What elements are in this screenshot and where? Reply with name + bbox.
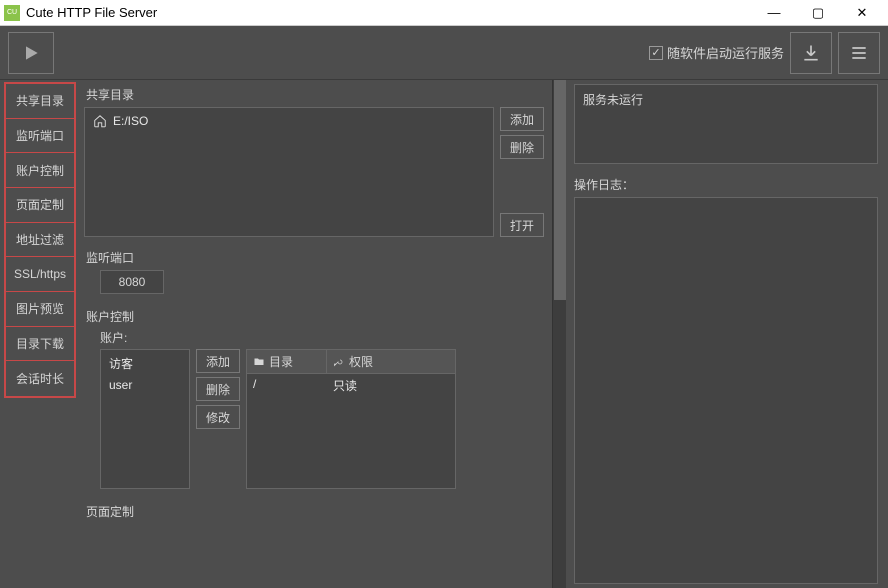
permission-table[interactable]: 目录 权限 / 只读	[246, 349, 456, 489]
key-icon	[333, 356, 345, 368]
scrollbar-thumb[interactable]	[554, 80, 566, 300]
toolbar: ✓ 随软件启动运行服务	[0, 26, 888, 80]
autostart-checkbox[interactable]: ✓ 随软件启动运行服务	[649, 43, 784, 62]
log-label: 操作日志：	[574, 176, 878, 193]
menu-button[interactable]	[838, 32, 880, 74]
vertical-scrollbar[interactable]	[552, 80, 566, 588]
account-listbox[interactable]: 访客 user	[100, 349, 190, 489]
service-status-text: 服务未运行	[583, 93, 643, 107]
share-dir-path: E:/ISO	[113, 114, 148, 128]
play-icon	[21, 43, 41, 63]
download-icon	[801, 43, 821, 63]
account-item[interactable]: 访客	[103, 352, 187, 375]
log-box[interactable]	[574, 197, 878, 584]
download-button[interactable]	[790, 32, 832, 74]
port-section-label: 监听端口	[86, 249, 544, 266]
start-service-button[interactable]	[8, 32, 54, 74]
close-button[interactable]: ✕	[840, 0, 884, 26]
share-dir-open-button[interactable]: 打开	[500, 213, 544, 237]
permission-row[interactable]: / 只读	[247, 374, 455, 397]
titlebar: CU Cute HTTP File Server — ▢ ✕	[0, 0, 888, 26]
perm-cell-perm: 只读	[327, 374, 455, 397]
folder-icon	[253, 356, 265, 368]
perm-header-perm: 权限	[327, 350, 455, 373]
sidebar: 共享目录 监听端口 账户控制 页面定制 地址过滤 SSL/https 图片预览 …	[4, 82, 76, 398]
share-dir-add-button[interactable]: 添加	[500, 107, 544, 131]
perm-header-dir: 目录	[247, 350, 327, 373]
share-dir-remove-button[interactable]: 删除	[500, 135, 544, 159]
port-input[interactable]	[100, 270, 164, 294]
sidebar-item-dir-download[interactable]: 目录下载	[6, 327, 74, 362]
account-add-button[interactable]: 添加	[196, 349, 240, 373]
right-panel: 服务未运行 操作日志：	[566, 80, 886, 588]
hamburger-icon	[849, 43, 869, 63]
account-list-label: 账户:	[100, 329, 544, 346]
sidebar-item-address-filter[interactable]: 地址过滤	[6, 223, 74, 258]
page-custom-section-label: 页面定制	[86, 503, 544, 520]
sidebar-item-share-dir[interactable]: 共享目录	[6, 84, 74, 119]
sidebar-item-session-duration[interactable]: 会话时长	[6, 361, 74, 396]
share-dir-listbox[interactable]: E:/ISO	[84, 107, 494, 237]
autostart-label: 随软件启动运行服务	[667, 43, 784, 62]
app-icon: CU	[4, 5, 20, 21]
settings-panel: 共享目录 E:/ISO 添加 删除 打开 监听端口	[76, 80, 552, 588]
sidebar-item-image-preview[interactable]: 图片预览	[6, 292, 74, 327]
sidebar-item-page-custom[interactable]: 页面定制	[6, 188, 74, 223]
share-dir-section-label: 共享目录	[86, 86, 544, 103]
share-dir-item[interactable]: E:/ISO	[89, 112, 489, 130]
account-modify-button[interactable]: 修改	[196, 405, 240, 429]
sidebar-item-account-control[interactable]: 账户控制	[6, 153, 74, 188]
account-section-label: 账户控制	[86, 308, 544, 325]
check-icon: ✓	[649, 46, 663, 60]
maximize-button[interactable]: ▢	[796, 0, 840, 26]
window-title: Cute HTTP File Server	[26, 5, 752, 20]
sidebar-item-listen-port[interactable]: 监听端口	[6, 119, 74, 154]
account-item[interactable]: user	[103, 375, 187, 395]
perm-cell-dir: /	[247, 374, 327, 397]
minimize-button[interactable]: —	[752, 0, 796, 26]
sidebar-item-ssl-https[interactable]: SSL/https	[6, 257, 74, 292]
account-remove-button[interactable]: 删除	[196, 377, 240, 401]
service-status-box: 服务未运行	[574, 84, 878, 164]
home-icon	[93, 114, 107, 128]
